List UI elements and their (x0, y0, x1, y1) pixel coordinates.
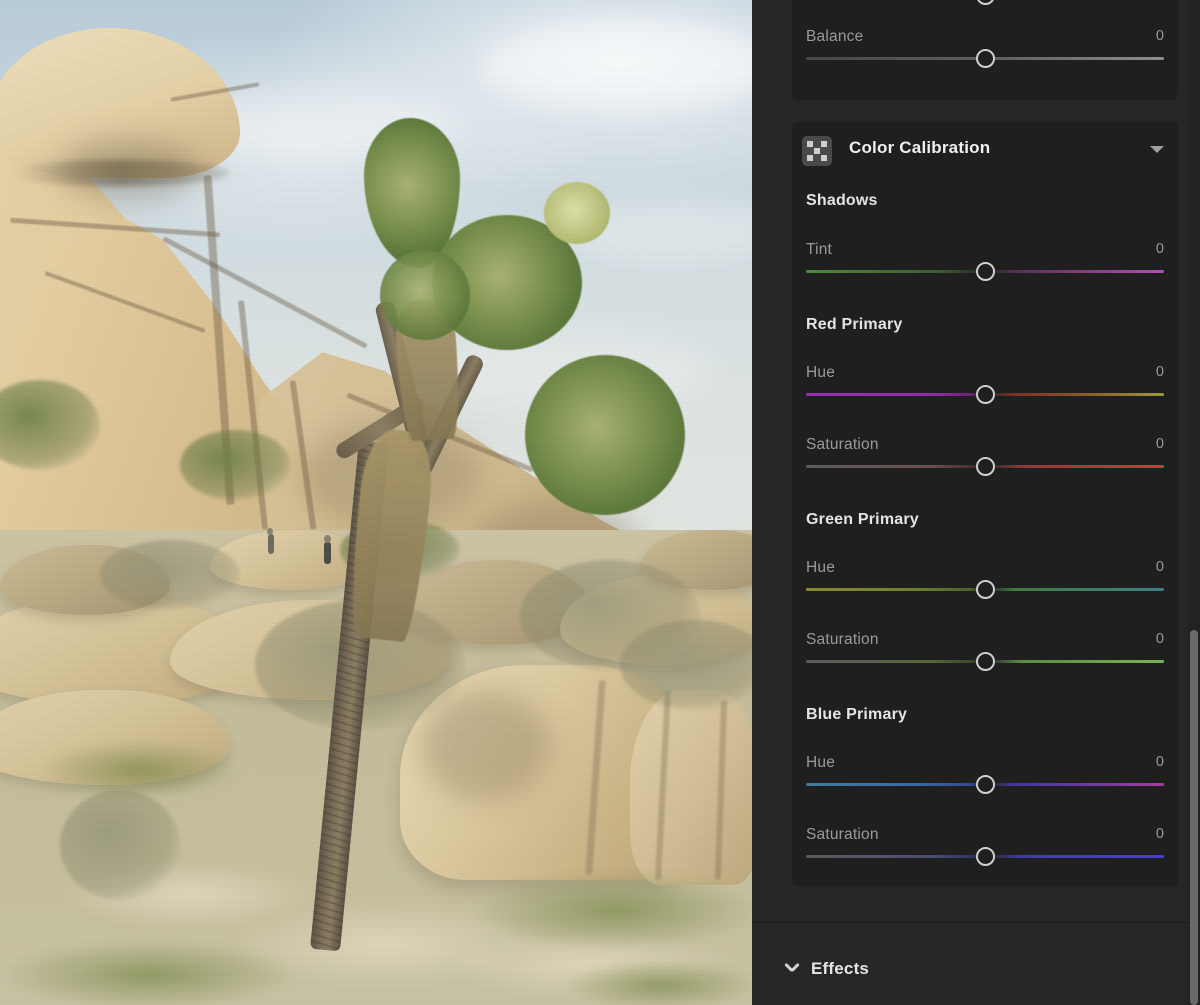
grass-patch (0, 940, 300, 1005)
slider-handle[interactable] (976, 652, 995, 671)
shrub (60, 790, 180, 900)
lightroom-editor-window: Balance 0 Color Calibration (0, 0, 1200, 1005)
color-calibration-header[interactable]: Color Calibration (792, 122, 1178, 178)
group-title-shadows: Shadows (806, 192, 878, 210)
slider-value: 0 (1156, 241, 1164, 257)
hiker (324, 542, 331, 564)
grass-patch (40, 740, 240, 800)
slider-label: Saturation (806, 826, 879, 844)
group-title-green-primary: Green Primary (806, 511, 919, 529)
slider-handle[interactable] (976, 385, 995, 404)
color-calibration-card: Color Calibration Shadows Tint 0 Red Pri… (792, 122, 1178, 886)
group-title-red-primary: Red Primary (806, 316, 902, 334)
panel-scrollbar-track[interactable] (1188, 0, 1200, 1005)
hiker (268, 534, 274, 554)
rock-shadow (60, 140, 200, 200)
slider-label: Saturation (806, 436, 879, 454)
slider-handle[interactable] (976, 0, 995, 5)
slider-value: 0 (1156, 754, 1164, 770)
split-toning-card: Balance 0 (792, 0, 1178, 100)
slider-value: 0 (1156, 364, 1164, 380)
hiker (267, 528, 273, 535)
panel-scrollbar-thumb[interactable] (1190, 630, 1198, 1005)
joshua-tree-leaf-cluster (380, 250, 470, 340)
slider-label: Balance (806, 28, 863, 46)
grass-patch (470, 870, 752, 950)
effects-section-label: Effects (811, 959, 869, 979)
slider-label: Hue (806, 754, 835, 772)
caret-down-icon[interactable] (1150, 146, 1164, 153)
shrub (100, 540, 240, 610)
color-calibration-title: Color Calibration (849, 138, 990, 158)
edit-panel: Balance 0 Color Calibration (752, 0, 1200, 1005)
slider-label: Saturation (806, 631, 879, 649)
slider-handle[interactable] (976, 580, 995, 599)
large-foreground-boulder (630, 690, 752, 885)
joshua-tree-leaf-cluster (525, 355, 685, 515)
slider-label: Hue (806, 364, 835, 382)
landscape-photo (0, 0, 752, 1005)
grass-patch (560, 960, 752, 1005)
slider-handle[interactable] (976, 262, 995, 281)
slider-value: 0 (1156, 826, 1164, 842)
slider-handle[interactable] (976, 457, 995, 476)
group-title-blue-primary: Blue Primary (806, 706, 907, 724)
slider-handle[interactable] (976, 775, 995, 794)
effects-section-header[interactable]: Effects (752, 923, 1200, 1005)
slider-value: 0 (1156, 559, 1164, 575)
joshua-tree-flower-cluster (544, 182, 610, 244)
slider-handle[interactable] (976, 847, 995, 866)
slider-label: Tint (806, 241, 832, 259)
slider-handle[interactable] (976, 49, 995, 68)
photo-preview-pane[interactable] (0, 0, 752, 1005)
color-calibration-icon (802, 136, 832, 166)
shrub (180, 430, 290, 500)
hiker (324, 535, 331, 543)
chevron-down-icon[interactable] (785, 962, 799, 976)
slider-value: 0 (1156, 436, 1164, 452)
slider-label: Hue (806, 559, 835, 577)
slider-value: 0 (1156, 28, 1164, 44)
slider-value: 0 (1156, 631, 1164, 647)
